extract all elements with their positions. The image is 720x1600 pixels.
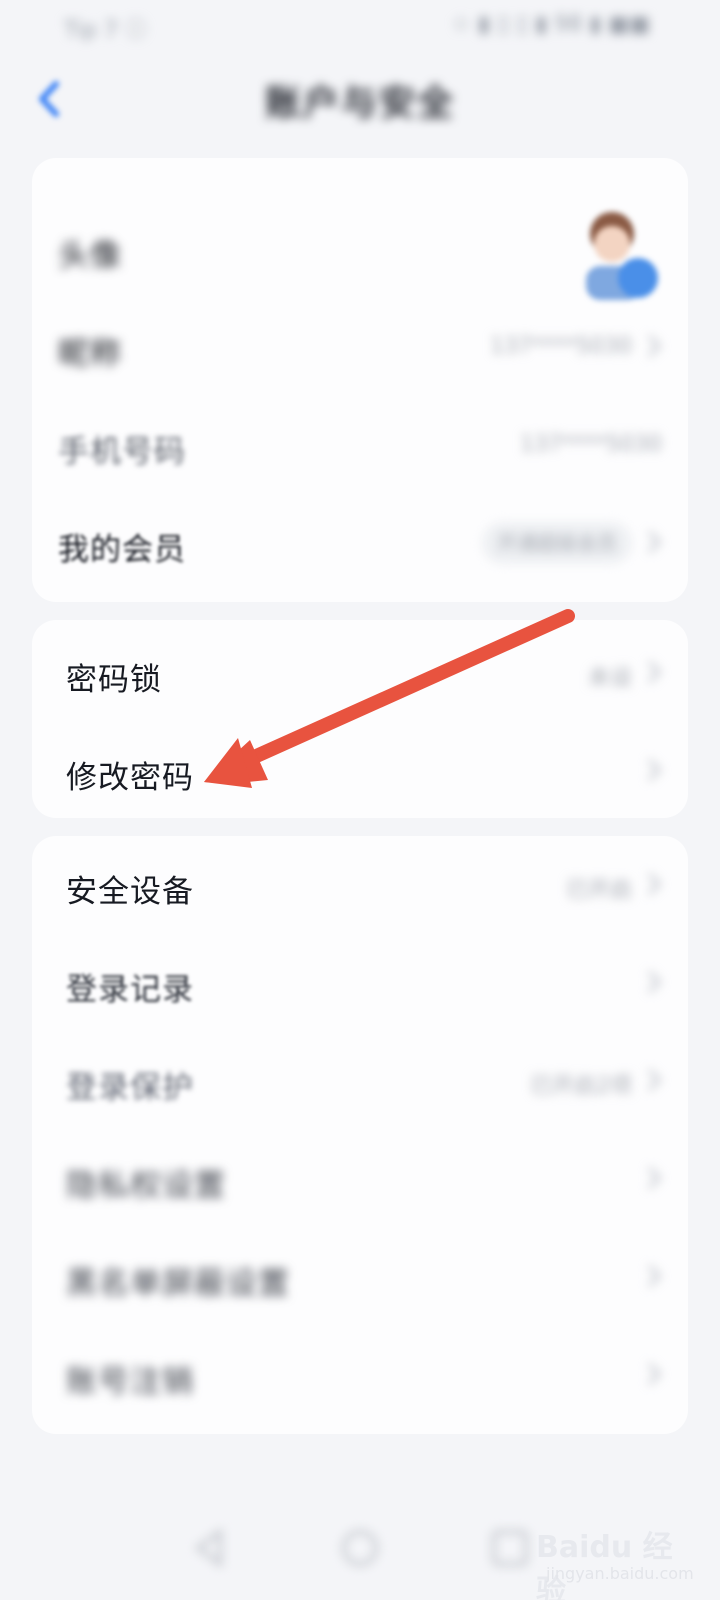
login-protection-label: 登录保护 <box>66 1070 194 1106</box>
watermark-brand: Baidu 经验 <box>536 1530 673 1600</box>
header: 账户与安全 <box>0 60 720 140</box>
chevron-right-icon <box>646 968 662 996</box>
membership-label: 我的会员 <box>58 532 186 568</box>
chevron-right-icon <box>646 756 662 784</box>
privacy-settings-label: 隐私权设置 <box>66 1168 226 1204</box>
phone-label: 手机号码 <box>58 434 186 470</box>
chevron-right-icon <box>646 332 662 360</box>
security-card: 安全设备 已开启 登录记录 登录保护 已开启2项 隐私权设置 黑名单屏蔽设置 账… <box>32 836 688 1434</box>
password-lock-label: 密码锁 <box>66 662 162 698</box>
row-phone[interactable]: 手机号码 137****5030 <box>32 396 688 494</box>
chevron-right-icon <box>646 528 662 556</box>
nickname-label: 昵称 <box>58 336 122 372</box>
chevron-right-icon <box>646 870 662 898</box>
membership-badge: 开通超级会员 <box>482 522 632 564</box>
chevron-right-icon <box>646 1066 662 1094</box>
row-nickname[interactable]: 昵称 137****5030 <box>32 298 688 396</box>
chevron-right-icon <box>646 658 662 686</box>
status-left-text: Tip 7 ⓘ <box>64 18 147 43</box>
chevron-right-icon <box>646 1164 662 1192</box>
avatar-image <box>586 212 658 300</box>
blacklist-settings-label: 黑名单屏蔽设置 <box>66 1266 290 1302</box>
watermark-site: jingyan.baidu.com <box>546 1564 694 1583</box>
row-password-lock[interactable]: 密码锁 未设 <box>32 624 688 722</box>
login-protection-value: 已开启2项 <box>530 1074 632 1099</box>
phone-value: 137****5030 <box>520 432 662 457</box>
avatar[interactable] <box>576 206 660 302</box>
login-record-label: 登录记录 <box>66 972 194 1008</box>
nav-recent-button[interactable] <box>484 1522 536 1574</box>
row-account-cancel[interactable]: 账号注销 <box>32 1326 688 1424</box>
row-avatar[interactable]: 头像 <box>32 178 688 318</box>
membership-value: 开通超级会员 <box>497 531 617 555</box>
nav-home-button[interactable] <box>334 1522 386 1574</box>
password-card: 密码锁 未设 修改密码 <box>32 620 688 818</box>
chevron-right-icon <box>646 1360 662 1388</box>
baidu-watermark: Baidu 经验 jingyan.baidu.com <box>536 1522 694 1600</box>
change-password-label: 修改密码 <box>66 760 194 796</box>
status-right-text: ☆ ▮ ▯ ▯ ▮ 98 ▮ ■■ <box>451 12 650 37</box>
security-devices-value: 已开启 <box>565 878 632 903</box>
account-cancel-label: 账号注销 <box>66 1364 194 1400</box>
row-security-devices[interactable]: 安全设备 已开启 <box>32 836 688 934</box>
chevron-right-icon <box>646 1262 662 1290</box>
row-membership[interactable]: 我的会员 开通超级会员 <box>32 494 688 592</box>
page-title: 账户与安全 <box>264 83 455 124</box>
status-bar: Tip 7 ⓘ ☆ ▮ ▯ ▯ ▮ 98 ▮ ■■ <box>0 0 720 50</box>
row-privacy-settings[interactable]: 隐私权设置 <box>32 1130 688 1228</box>
row-login-record[interactable]: 登录记录 <box>32 934 688 1032</box>
row-login-protection[interactable]: 登录保护 已开启2项 <box>32 1032 688 1130</box>
nav-back-button[interactable] <box>184 1522 236 1574</box>
nav-home-icon <box>342 1530 378 1566</box>
password-lock-value: 未设 <box>587 666 632 691</box>
nickname-value: 137****5030 <box>490 334 632 359</box>
row-blacklist-settings[interactable]: 黑名单屏蔽设置 <box>32 1228 688 1326</box>
nav-recent-icon <box>492 1530 528 1566</box>
row-change-password[interactable]: 修改密码 <box>32 722 688 820</box>
nav-back-icon <box>194 1528 222 1568</box>
avatar-label: 头像 <box>58 238 122 274</box>
security-devices-label: 安全设备 <box>66 874 194 910</box>
account-card: 头像 昵称 137****5030 手机号码 137****5030 我的会员 … <box>32 158 688 602</box>
